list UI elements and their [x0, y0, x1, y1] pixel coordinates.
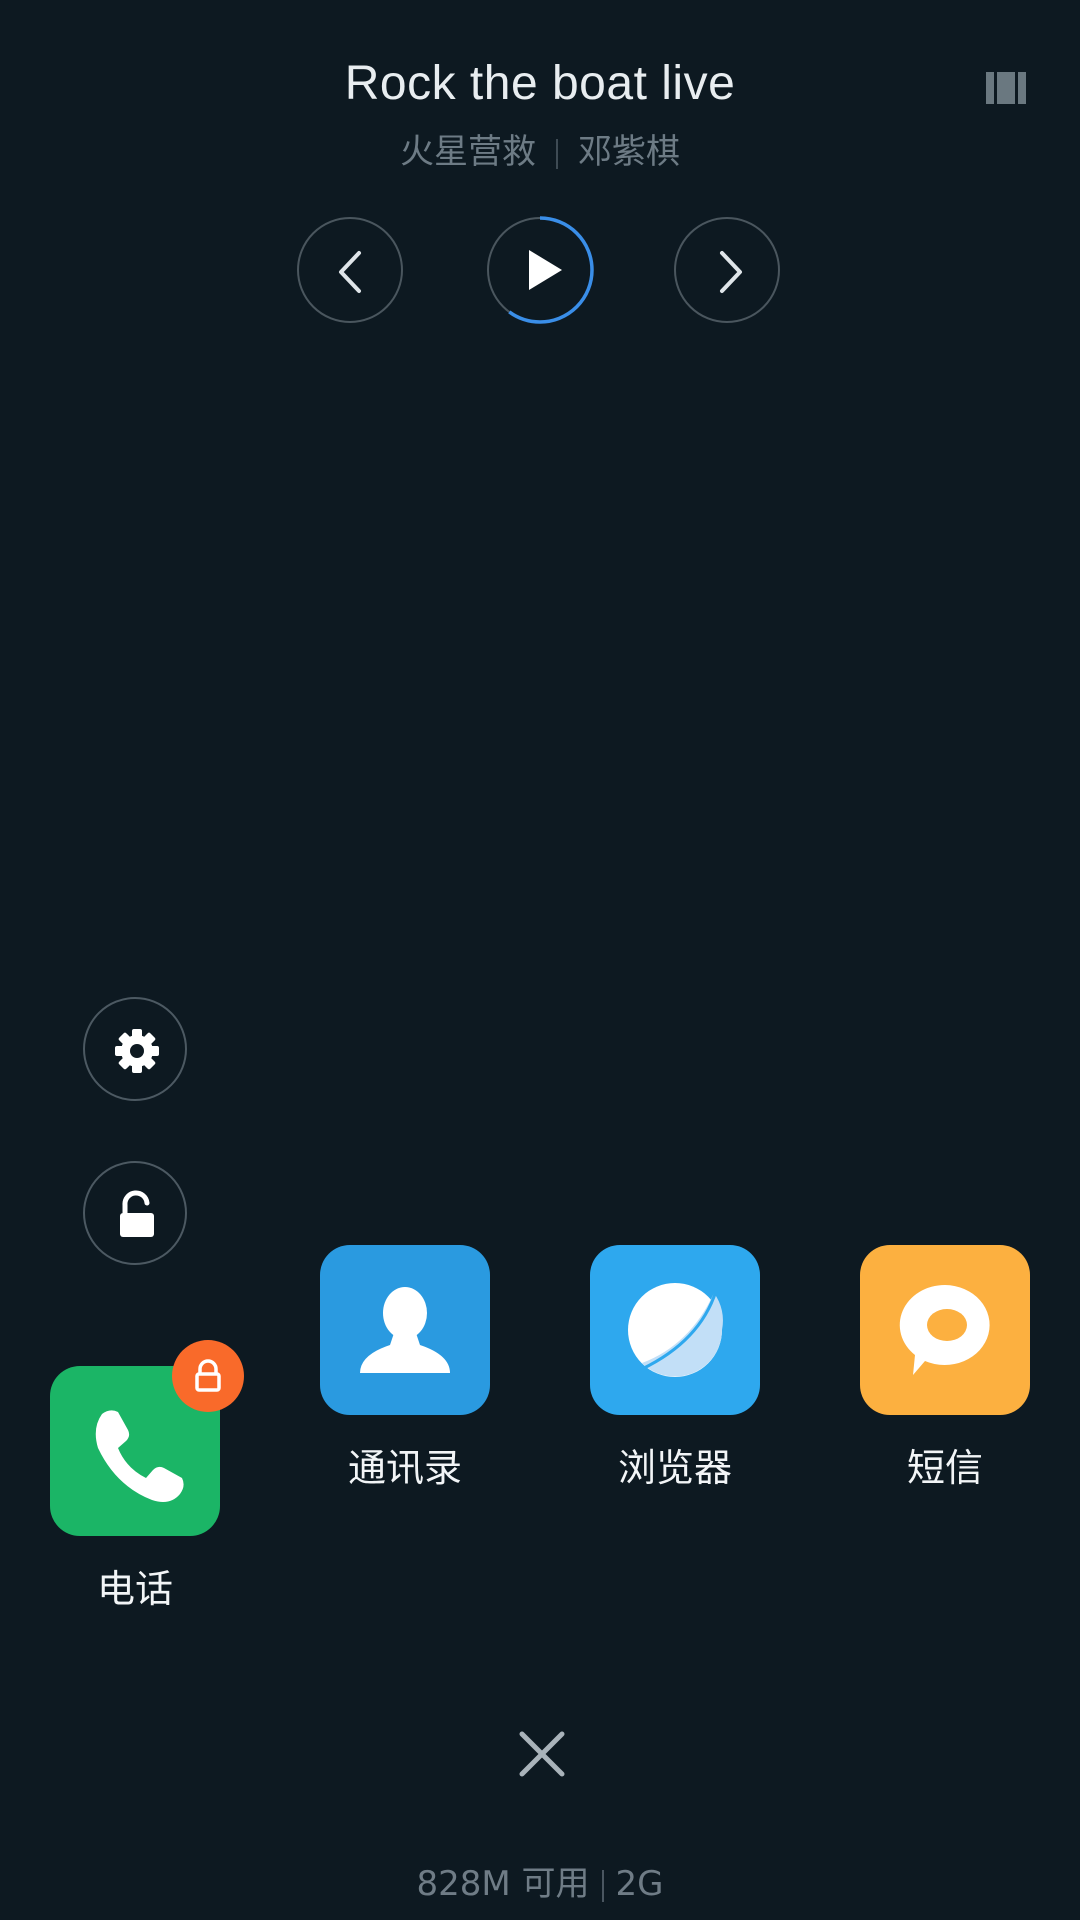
artist-name: 邓紫棋 [578, 132, 680, 172]
browser-app-icon[interactable] [590, 1245, 760, 1415]
app-label: 短信 [906, 1446, 983, 1490]
gear-icon [115, 1029, 159, 1073]
lyrics-view-icon[interactable] [986, 72, 1028, 104]
total-ram: 2G [615, 1864, 664, 1904]
song-title: Rock the boat live [344, 57, 736, 110]
close-button[interactable] [512, 1724, 572, 1784]
memory-info: 828M 可用 2G [0, 1856, 1080, 1905]
play-button[interactable] [484, 214, 596, 326]
lock-icon [195, 1359, 221, 1392]
subtitle-divider [556, 138, 558, 169]
memory-divider [601, 1869, 604, 1902]
previous-track-button[interactable] [297, 217, 403, 323]
contact-person-icon [360, 1287, 450, 1373]
app-lock-badge [172, 1340, 244, 1412]
app-label: 浏览器 [617, 1446, 732, 1490]
chat-bubble-icon [899, 1284, 990, 1375]
app-messages[interactable]: 短信 [860, 1245, 1030, 1492]
free-memory: 828M 可用 [416, 1864, 590, 1904]
album-name: 火星营救 [400, 132, 536, 172]
contacts-app-icon[interactable] [320, 1245, 490, 1415]
unlock-button[interactable] [83, 1161, 187, 1265]
play-icon [529, 250, 562, 290]
app-label: 电话 [96, 1567, 173, 1611]
song-subtitle: 火星营救 邓紫棋 [0, 124, 1080, 173]
chevron-right-icon [720, 251, 742, 293]
messages-app-icon[interactable] [860, 1245, 1030, 1415]
planet-icon [628, 1283, 723, 1377]
settings-button[interactable] [83, 997, 187, 1101]
unlocked-padlock-icon [120, 1190, 154, 1237]
chevron-left-icon [339, 251, 361, 293]
app-contacts[interactable]: 通讯录 [320, 1245, 490, 1492]
next-track-button[interactable] [674, 217, 780, 323]
app-browser[interactable]: 浏览器 [590, 1245, 760, 1492]
close-icon [519, 1731, 565, 1777]
app-label: 通讯录 [347, 1446, 462, 1490]
